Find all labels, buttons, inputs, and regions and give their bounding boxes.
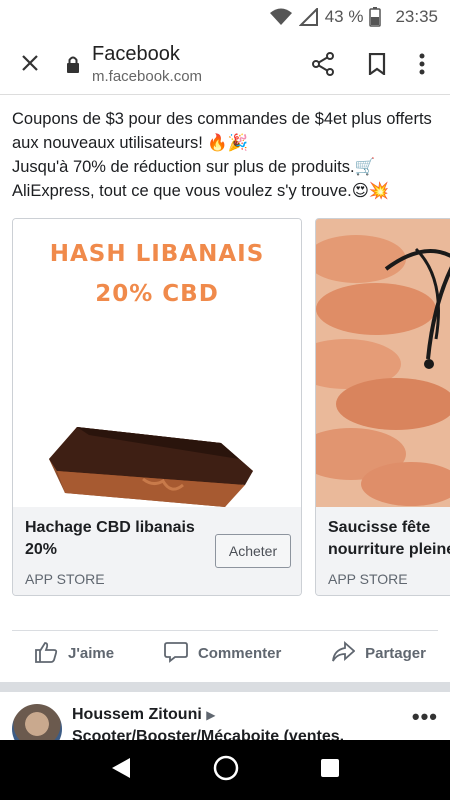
product-carousel[interactable]: HASH LIBANAIS 20% CBD Hachage CBD libana… bbox=[0, 218, 450, 606]
image-caption-line: HASH LIBANAIS bbox=[49, 241, 265, 267]
share-button[interactable]: Partager bbox=[331, 640, 426, 667]
sausage-illustration bbox=[316, 219, 450, 507]
comment-label: Commenter bbox=[197, 645, 282, 662]
feed-divider bbox=[0, 682, 450, 692]
post-actions: J'aime Commenter Partager bbox=[12, 630, 438, 676]
signal-icon bbox=[298, 7, 319, 26]
status-bar: 43 % 23:35 bbox=[0, 0, 450, 33]
share-icon[interactable] bbox=[304, 51, 342, 76]
post-text-line: Coupons de $3 pour des commandes de $4et… bbox=[12, 110, 432, 152]
image-caption-line: 20% CBD bbox=[95, 281, 219, 307]
page-url: m.facebook.com bbox=[92, 67, 203, 85]
bookmark-icon[interactable] bbox=[358, 52, 396, 75]
like-label: J'aime bbox=[68, 645, 115, 662]
home-nav-icon[interactable] bbox=[213, 755, 239, 786]
more-vertical-icon[interactable] bbox=[412, 53, 432, 75]
product-card[interactable]: HASH LIBANAIS 20% CBD Hachage CBD libana… bbox=[12, 218, 302, 596]
comment-icon bbox=[164, 641, 188, 667]
buy-button[interactable]: Acheter bbox=[215, 534, 291, 568]
post-message: Coupons de $3 pour des commandes de $4et… bbox=[0, 95, 450, 203]
post-text-line: AliExpress, tout ce que vous voulez s'y … bbox=[12, 182, 390, 200]
system-nav-bar bbox=[0, 740, 450, 800]
page-identity: Facebook m.facebook.com bbox=[92, 43, 288, 85]
caret-right-icon: ▶ bbox=[206, 708, 216, 722]
author-name[interactable]: Houssem Zitouni bbox=[72, 706, 202, 723]
like-button[interactable]: J'aime bbox=[34, 641, 114, 667]
product-image[interactable]: HASH LIBANAIS 20% CBD bbox=[13, 219, 301, 507]
product-card-footer: Hachage CBD libanais 20% APP STORE Achet… bbox=[13, 507, 301, 595]
lock-icon bbox=[66, 55, 86, 73]
product-name[interactable]: Saucisse fête nourriture pleine bbox=[328, 517, 450, 561]
browser-toolbar: Facebook m.facebook.com bbox=[0, 33, 450, 95]
hash-block-illustration bbox=[49, 427, 253, 507]
share-arrow-icon bbox=[331, 640, 356, 667]
wifi-icon bbox=[269, 8, 293, 26]
like-icon bbox=[34, 641, 58, 667]
battery-level: 43 % bbox=[324, 6, 364, 26]
page-title: Facebook bbox=[92, 42, 180, 65]
product-card[interactable]: Saucisse fête nourriture pleine APP STOR… bbox=[315, 218, 450, 596]
close-icon[interactable] bbox=[16, 48, 44, 79]
product-image[interactable] bbox=[316, 219, 450, 507]
product-card-footer: Saucisse fête nourriture pleine APP STOR… bbox=[316, 507, 450, 595]
comment-button[interactable]: Commenter bbox=[164, 641, 281, 667]
product-name[interactable]: Hachage CBD libanais 20% bbox=[25, 517, 205, 561]
battery-icon bbox=[369, 6, 382, 27]
clock: 23:35 bbox=[395, 6, 438, 26]
product-source: APP STORE bbox=[25, 571, 105, 587]
recents-nav-icon[interactable] bbox=[320, 758, 340, 783]
post-text-line: Jusqu'à 70% de réduction sur plus de pro… bbox=[12, 158, 376, 176]
share-label: Partager bbox=[365, 645, 426, 662]
back-nav-icon[interactable] bbox=[110, 756, 132, 785]
product-source: APP STORE bbox=[328, 571, 408, 587]
